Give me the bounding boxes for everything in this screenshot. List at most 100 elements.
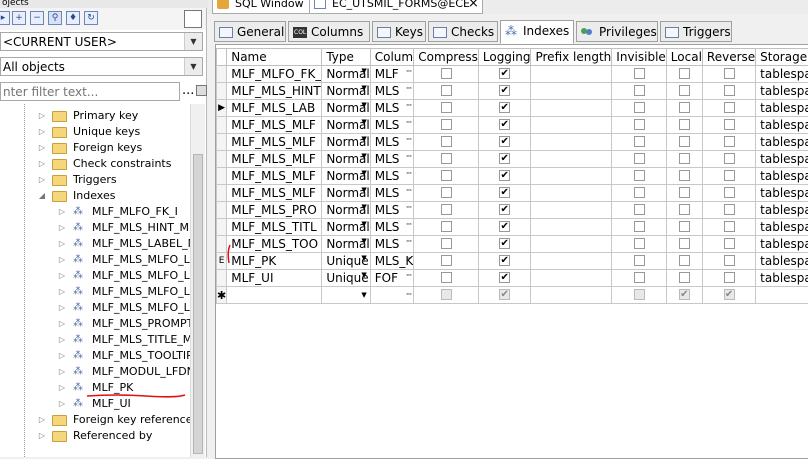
chevron-right-icon[interactable]: ▷ xyxy=(58,236,66,252)
grid-cell[interactable]: ···MLS xyxy=(370,100,414,117)
ellipsis-icon[interactable]: ··· xyxy=(406,203,412,213)
tree-item[interactable]: ▷⁂MLF_MODUL_LFDN xyxy=(0,364,190,380)
table-row[interactable]: MLF_MLS_TITL▼Normal···MLS✔tablespace xyxy=(217,219,808,236)
grid-cell[interactable]: ▼Normal xyxy=(322,151,370,168)
tree-item[interactable]: ▷⁂MLF_MLS_TITLE_ML xyxy=(0,332,190,348)
checked-checkbox[interactable]: ✔ xyxy=(499,187,510,198)
grid-cell[interactable]: MLF_MLS_MLF xyxy=(227,168,322,185)
grid-cell[interactable] xyxy=(531,202,612,219)
checked-checkbox[interactable]: ✔ xyxy=(499,221,510,232)
row-indicator[interactable] xyxy=(217,202,227,219)
chevron-down-icon[interactable]: ◢ xyxy=(38,188,46,204)
row-indicator[interactable] xyxy=(217,270,227,287)
checkbox[interactable] xyxy=(724,204,735,215)
grid-cell[interactable]: ▼Normal xyxy=(322,134,370,151)
column-header[interactable]: Compress xyxy=(414,49,479,66)
grid-cell[interactable]: ▼Unique xyxy=(322,270,370,287)
grid-cell[interactable] xyxy=(756,287,808,304)
checkbox[interactable] xyxy=(634,119,645,130)
chevron-right-icon[interactable]: ▷ xyxy=(38,140,46,156)
table-row[interactable]: MLF_MLFO_FK_▼Normal···MLF✔tablespace xyxy=(217,66,808,83)
tree-item[interactable]: ▷⁂MLF_MLS_MLFO_LF xyxy=(0,284,190,300)
grid-cell[interactable]: MLF_MLS_MLF xyxy=(227,117,322,134)
grid-cell[interactable]: tablespace xyxy=(756,134,808,151)
row-indicator[interactable] xyxy=(217,66,227,83)
grid-cell[interactable]: ▼Normal xyxy=(322,202,370,219)
grid-cell[interactable]: tablespace xyxy=(756,151,808,168)
chevron-down-icon[interactable]: ▼ xyxy=(361,291,366,299)
checked-checkbox[interactable]: ✔ xyxy=(499,289,510,300)
grid-cell[interactable]: ▼Normal xyxy=(322,66,370,83)
checkbox[interactable] xyxy=(679,221,690,232)
grid-cell[interactable]: ···MLS xyxy=(370,202,414,219)
grid-cell[interactable]: MLF_MLFO_FK_ xyxy=(227,66,322,83)
checked-checkbox[interactable]: ✔ xyxy=(679,289,690,300)
table-row[interactable]: MLF_MLS_MLF▼Normal···MLS✔tablespace xyxy=(217,168,808,185)
filter-more-button[interactable]: ... xyxy=(182,86,194,96)
grid-cell[interactable] xyxy=(531,100,612,117)
row-indicator[interactable] xyxy=(217,134,227,151)
ellipsis-icon[interactable]: ··· xyxy=(406,67,412,77)
grid-cell[interactable]: ···MLS xyxy=(370,151,414,168)
checked-checkbox[interactable]: ✔ xyxy=(724,289,735,300)
checkbox[interactable] xyxy=(679,85,690,96)
ellipsis-icon[interactable]: ··· xyxy=(406,135,412,145)
tree-item[interactable]: ◢Indexes xyxy=(0,188,190,204)
ellipsis-icon[interactable]: ··· xyxy=(406,118,412,128)
column-header[interactable]: Invisible xyxy=(612,49,667,66)
close-icon[interactable]: × xyxy=(468,0,479,11)
grid-cell[interactable]: MLF_MLS_PRO xyxy=(227,202,322,219)
chevron-right-icon[interactable]: ▷ xyxy=(58,396,66,412)
checkbox[interactable] xyxy=(679,255,690,266)
grid-cell[interactable]: MLF_MLS_MLF xyxy=(227,134,322,151)
chevron-right-icon[interactable]: ▷ xyxy=(58,204,66,220)
ellipsis-icon[interactable]: ··· xyxy=(406,152,412,162)
chevron-right-icon[interactable]: ▷ xyxy=(38,428,46,444)
chevron-right-icon[interactable]: ▷ xyxy=(58,316,66,332)
grid-cell[interactable]: ▼Normal xyxy=(322,219,370,236)
filter-input[interactable] xyxy=(1,83,179,100)
grid-cell[interactable]: tablespace xyxy=(756,219,808,236)
tree-item[interactable]: ▷⁂MLF_MLS_PROMPT xyxy=(0,316,190,332)
checkbox[interactable] xyxy=(441,119,452,130)
checkbox[interactable] xyxy=(634,204,645,215)
chevron-right-icon[interactable]: ▷ xyxy=(38,156,46,172)
grid-cell[interactable] xyxy=(531,236,612,253)
checkbox[interactable] xyxy=(441,255,452,266)
properties-icon[interactable]: ♦ xyxy=(66,11,80,25)
chevron-right-icon[interactable]: ▷ xyxy=(58,348,66,364)
column-header[interactable]: Local xyxy=(666,49,702,66)
checkbox[interactable] xyxy=(679,238,690,249)
grid-cell[interactable]: MLF_UI xyxy=(227,270,322,287)
ellipsis-icon[interactable]: ··· xyxy=(406,84,412,94)
grid-cell[interactable] xyxy=(531,287,612,304)
grid-cell[interactable]: ···MLS_K xyxy=(370,253,414,270)
checkbox[interactable] xyxy=(679,119,690,130)
chevron-right-icon[interactable]: ▷ xyxy=(58,300,66,316)
table-row[interactable]: MLF_MLS_TOO▼Normal···MLS✔tablespace xyxy=(217,236,808,253)
grid-cell[interactable] xyxy=(531,185,612,202)
find-icon[interactable]: ⚲ xyxy=(48,11,62,25)
checkbox[interactable] xyxy=(441,272,452,283)
checkbox[interactable] xyxy=(634,238,645,249)
checkbox[interactable] xyxy=(724,85,735,96)
table-row[interactable]: MLF_MLS_MLF▼Normal···MLS✔tablespace xyxy=(217,134,808,151)
grid-cell[interactable] xyxy=(227,287,322,304)
grid-cell[interactable] xyxy=(531,134,612,151)
object-type-select[interactable]: All objects ▼ xyxy=(0,57,203,76)
tab-general[interactable]: General xyxy=(214,21,286,42)
grid-cell[interactable] xyxy=(531,168,612,185)
checkbox[interactable] xyxy=(634,221,645,232)
chevron-right-icon[interactable]: ▷ xyxy=(38,412,46,428)
tree-item[interactable]: ▷⁂MLF_MLS_TOOLTIP xyxy=(0,348,190,364)
checkbox[interactable] xyxy=(724,119,735,130)
grid-cell[interactable]: ···MLS xyxy=(370,134,414,151)
tab-checks[interactable]: Checks xyxy=(428,21,498,42)
expand-icon[interactable]: + xyxy=(12,11,26,25)
row-indicator[interactable] xyxy=(217,219,227,236)
row-indicator[interactable] xyxy=(217,117,227,134)
checkbox[interactable] xyxy=(634,68,645,79)
checked-checkbox[interactable]: ✔ xyxy=(499,204,510,215)
tree-item[interactable]: ▷⁂MLF_MLS_MLFO_LF xyxy=(0,300,190,316)
grid-cell[interactable]: tablespace xyxy=(756,83,808,100)
